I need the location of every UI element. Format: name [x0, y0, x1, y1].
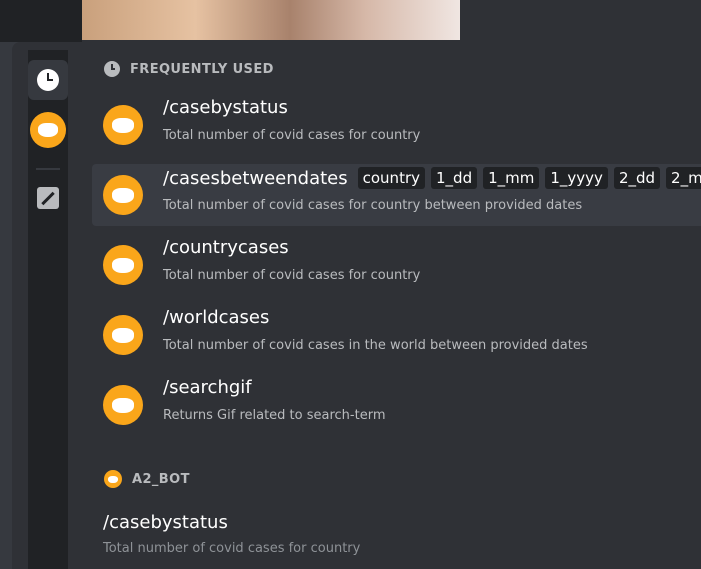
param-chip[interactable]: 2_dd: [613, 167, 661, 189]
command-item[interactable]: /casebystatus Total number of covid case…: [92, 94, 701, 156]
command-description: Total number of covid cases for country: [163, 268, 421, 283]
section-a2-bot: A2_BOT: [104, 470, 190, 488]
section-frequently-used: FREQUENTLY USED: [104, 61, 274, 77]
command-name: /countrycases: [163, 237, 289, 258]
discord-bot-icon: [103, 385, 143, 425]
command-autocomplete-popup: FREQUENTLY USED /casebystatus Total numb…: [12, 42, 701, 569]
param-chip[interactable]: 1_dd: [431, 167, 478, 189]
section-title: A2_BOT: [132, 471, 190, 487]
param-chip[interactable]: 1_yyyy: [545, 167, 608, 189]
clock-icon: [37, 69, 59, 91]
command-item[interactable]: /countrycases Total number of covid case…: [92, 234, 701, 296]
channel-sidebar-edge: [0, 0, 82, 42]
command-description: Returns Gif related to search-term: [163, 408, 386, 423]
command-description: Total number of covid cases for country …: [163, 198, 583, 213]
command-item[interactable]: /worldcases Total number of covid cases …: [92, 304, 701, 366]
command-name: /casebystatus: [163, 97, 288, 118]
embedded-image: [82, 0, 460, 40]
section-title: FREQUENTLY USED: [130, 61, 274, 77]
discord-bot-icon: [30, 112, 66, 148]
discord-bot-icon: [103, 175, 143, 215]
rail-bot-a2[interactable]: [28, 110, 68, 150]
command-item-selected[interactable]: /casesbetweendates country 1_dd 1_mm 1_y…: [92, 164, 701, 226]
param-chip[interactable]: 1_mm: [483, 167, 540, 189]
command-category-rail: [28, 50, 68, 569]
discord-bot-icon: [103, 245, 143, 285]
command-name: /casesbetweendates: [163, 167, 348, 189]
slash-command-icon: [37, 187, 59, 209]
command-name: /worldcases: [163, 307, 270, 328]
command-name[interactable]: /casebystatus: [103, 512, 228, 533]
rail-frequently-used[interactable]: [28, 60, 68, 100]
command-item[interactable]: /searchgif Returns Gif related to search…: [92, 374, 701, 436]
background-channel: [0, 0, 701, 42]
discord-bot-icon: [103, 105, 143, 145]
command-name: /searchgif: [163, 377, 252, 398]
param-chip[interactable]: 2_mm: [666, 167, 701, 189]
param-chip[interactable]: country: [357, 167, 425, 189]
command-description: Total number of covid cases in the world…: [163, 338, 588, 353]
discord-bot-icon: [103, 315, 143, 355]
rail-built-in[interactable]: [28, 178, 68, 218]
discord-bot-icon: [104, 470, 122, 488]
command-description: Total number of covid cases for country: [163, 128, 421, 143]
clock-icon: [104, 61, 120, 77]
command-description: Total number of covid cases for country: [103, 541, 361, 556]
rail-divider: [36, 168, 60, 170]
